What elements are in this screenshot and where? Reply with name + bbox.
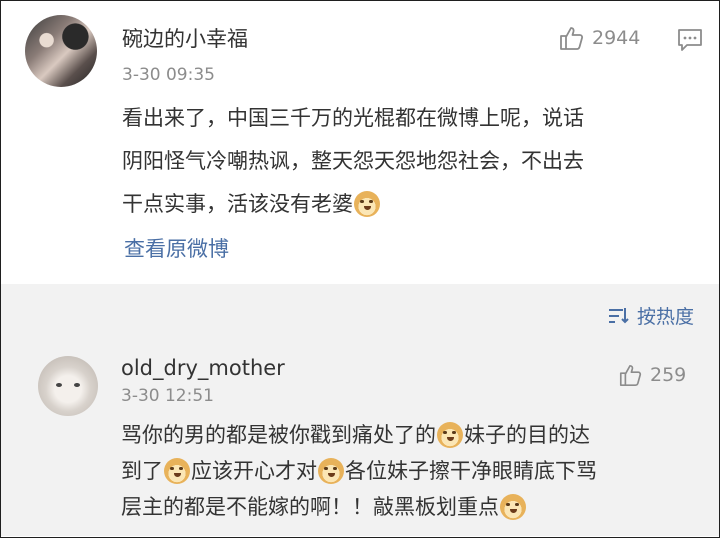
avatar-eye (56, 383, 62, 387)
sort-by-popularity-button[interactable]: 按热度 (607, 302, 694, 329)
post-like-count: 2944 (592, 27, 641, 49)
doge-emoji-icon (437, 422, 463, 448)
sort-label: 按热度 (636, 306, 694, 328)
post-text-line-2: 阴阳怪气冷嘲热讽，整天怨天怨地怨社会，不出去 (122, 149, 584, 173)
comment-like-count: 259 (650, 364, 687, 386)
post-text-line-3: 干点实事，活该没有老婆 (122, 183, 381, 226)
comment-timestamp: 3-30 12:51 (121, 386, 214, 406)
doge-emoji-icon (318, 458, 344, 484)
comment-text-segment: 骂你的男的都是被你戳到痛处了的 (121, 423, 436, 447)
post-like-button[interactable]: 2944 (558, 25, 640, 51)
post-text-line-3-content: 干点实事，活该没有老婆 (122, 192, 353, 216)
post-text-line-1: 看出来了，中国三千万的光棍都在微博上呢，说话 (122, 106, 584, 130)
comment-text-segment: 应该开心才对 (191, 459, 317, 483)
post-timestamp: 3-30 09:35 (122, 65, 215, 85)
doge-emoji-icon (500, 494, 526, 520)
comment-text-segment: 层主的都是不能嫁的啊！！敲黑板划重点 (121, 495, 499, 519)
comment-like-button[interactable]: 259 (618, 363, 686, 387)
sort-icon (608, 307, 629, 323)
post-author-name[interactable]: 碗边的小幸福 (122, 23, 248, 53)
comment-icon[interactable] (677, 28, 703, 52)
thumbs-up-icon (560, 27, 584, 50)
doge-emoji-icon (354, 191, 380, 217)
avatar-eye (74, 383, 80, 387)
doge-emoji-icon (164, 458, 190, 484)
author-avatar[interactable] (25, 15, 97, 87)
comment-text-segment: 到了 (121, 459, 163, 483)
original-post: 碗边的小幸福 3-30 09:35 2944 看出来了，中国三千万的光棍都在微博… (1, 1, 719, 284)
comment-text-segment: 妹子的目的达 (464, 423, 590, 447)
comment-author-name[interactable]: old_dry_mother (121, 356, 285, 380)
view-original-post-link[interactable]: 查看原微博 (124, 233, 229, 263)
thumbs-up-icon (619, 364, 642, 386)
commenter-avatar[interactable] (38, 356, 98, 416)
comment-text-segment: 各位妹子擦干净眼睛底下骂 (345, 459, 597, 483)
comment-text-line-3: 层主的都是不能嫁的啊！！敲黑板划重点 (121, 486, 527, 529)
